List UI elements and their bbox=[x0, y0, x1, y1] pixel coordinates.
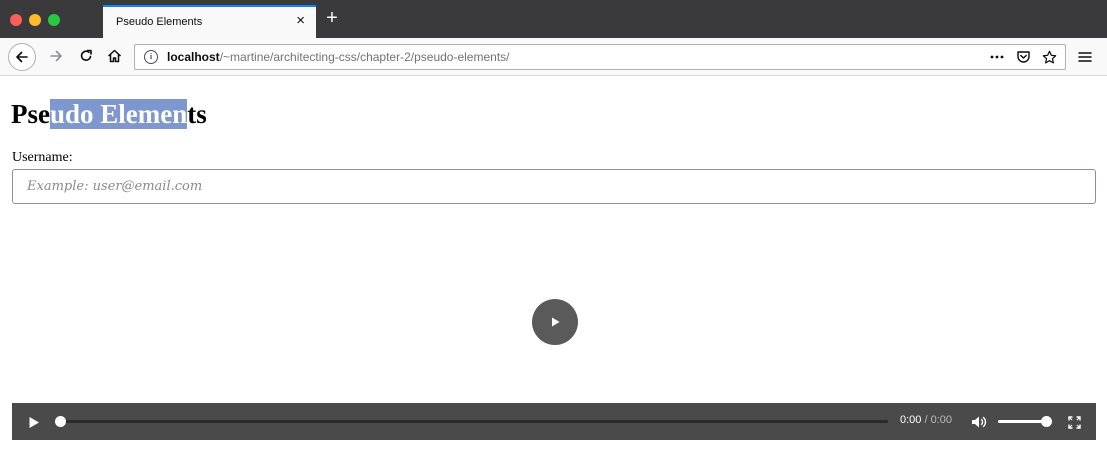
current-time: 0:00 bbox=[900, 414, 922, 426]
fullscreen-button[interactable] bbox=[1066, 414, 1082, 430]
video-controls: 0:00 / 0:00 bbox=[12, 403, 1096, 440]
pocket-icon[interactable] bbox=[1015, 48, 1031, 66]
back-button[interactable] bbox=[8, 43, 36, 71]
video-player[interactable]: 0:00 / 0:00 bbox=[12, 224, 1096, 440]
menu-button[interactable] bbox=[1075, 46, 1095, 68]
more-icon[interactable] bbox=[989, 48, 1005, 66]
play-icon bbox=[29, 416, 39, 428]
time-separator: / bbox=[921, 414, 931, 426]
url-host: localhost bbox=[167, 50, 220, 64]
time-display: 0:00 / 0:00 bbox=[900, 414, 952, 426]
home-icon bbox=[107, 49, 121, 63]
mute-button[interactable] bbox=[970, 414, 988, 430]
new-tab-button[interactable]: + bbox=[321, 5, 343, 31]
close-window-button[interactable] bbox=[10, 14, 22, 26]
title-text-end: ts bbox=[187, 99, 207, 129]
volume-thumb[interactable] bbox=[1041, 416, 1052, 427]
url-bar[interactable]: i localhost/~martine/architecting-css/ch… bbox=[134, 44, 1066, 70]
volume-slider[interactable] bbox=[998, 416, 1052, 427]
title-text-selected: udo Elemen bbox=[49, 99, 188, 129]
reload-icon bbox=[80, 49, 92, 61]
username-label: Username: bbox=[12, 150, 73, 165]
info-icon[interactable]: i bbox=[144, 50, 158, 64]
username-input[interactable] bbox=[12, 169, 1096, 204]
star-icon[interactable] bbox=[1041, 48, 1057, 66]
duration: 0:00 bbox=[930, 414, 953, 426]
volume-icon bbox=[971, 416, 986, 428]
zoom-window-button[interactable] bbox=[48, 14, 60, 26]
seek-bar[interactable] bbox=[55, 416, 888, 427]
url-text[interactable]: localhost/~martine/architecting-css/chap… bbox=[167, 50, 510, 64]
play-button[interactable] bbox=[26, 414, 42, 430]
url-actions bbox=[989, 48, 1057, 66]
play-icon bbox=[552, 317, 560, 327]
minimize-window-button[interactable] bbox=[29, 14, 41, 26]
tab-strip: Pseudo Elements × + bbox=[0, 0, 1107, 38]
url-path: /~martine/architecting-css/chapter-2/pse… bbox=[219, 50, 510, 64]
navigation-toolbar: i localhost/~martine/architecting-css/ch… bbox=[0, 38, 1107, 76]
hamburger-menu-icon bbox=[1078, 52, 1092, 62]
arrow-left-icon bbox=[16, 51, 28, 63]
reload-button[interactable] bbox=[74, 44, 98, 68]
seek-thumb[interactable] bbox=[55, 416, 66, 427]
tab-pseudo-elements[interactable]: Pseudo Elements × bbox=[103, 5, 316, 38]
title-text-start: Pse bbox=[11, 99, 50, 129]
page-title: Pseudo Elements bbox=[11, 98, 207, 130]
big-play-button[interactable] bbox=[532, 299, 578, 345]
browser-window: Pseudo Elements × + i localhost/~martine… bbox=[0, 0, 1107, 458]
arrow-right-icon bbox=[50, 50, 62, 62]
forward-button[interactable] bbox=[44, 44, 68, 68]
home-button[interactable] bbox=[102, 44, 126, 68]
page-content: Pseudo Elements Username: 0:00 / 0:00 bbox=[0, 76, 1107, 458]
tab-title: Pseudo Elements bbox=[116, 16, 203, 28]
fullscreen-icon bbox=[1067, 415, 1081, 429]
close-tab-icon[interactable]: × bbox=[296, 12, 305, 30]
